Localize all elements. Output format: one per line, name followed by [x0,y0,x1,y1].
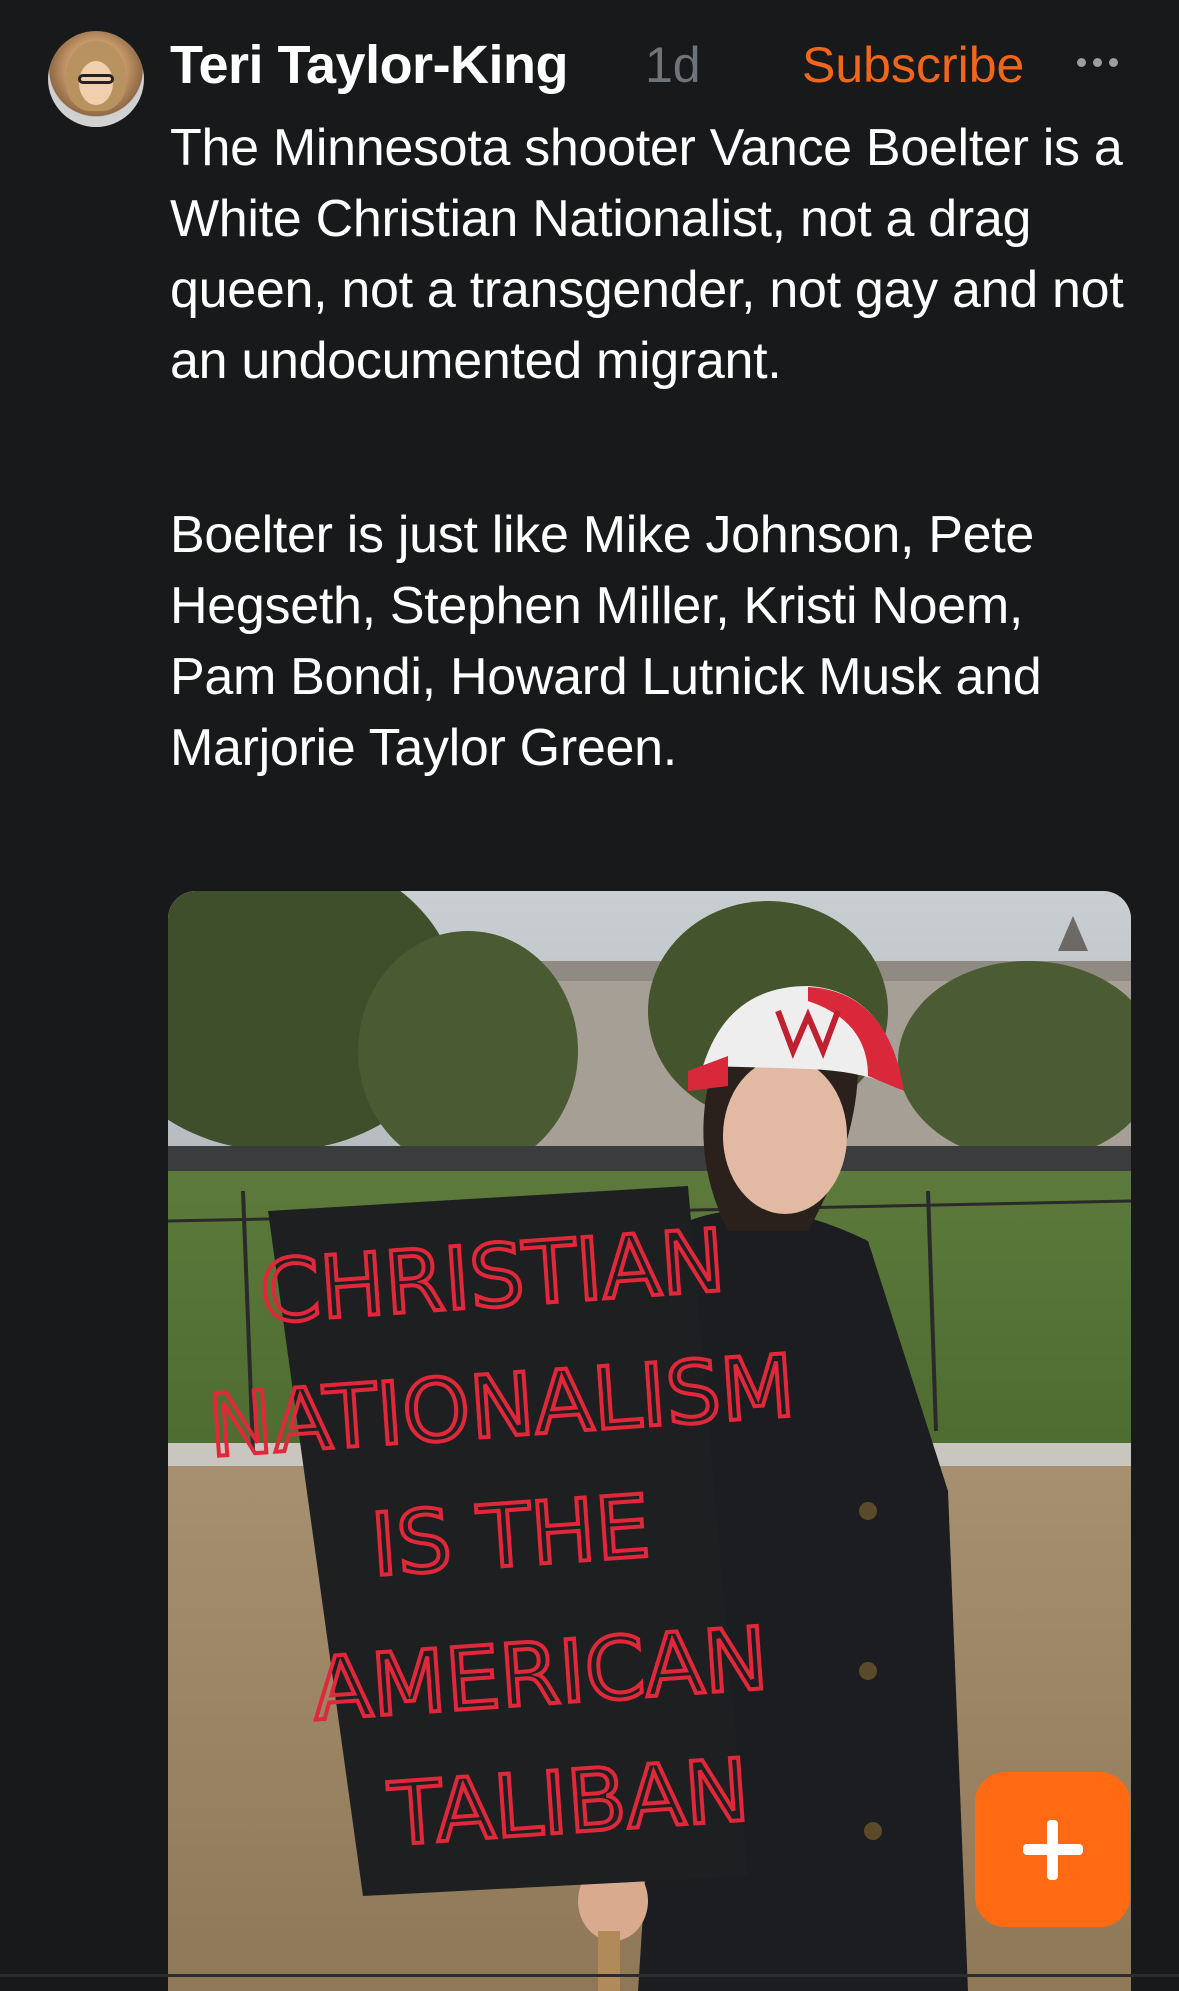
avatar-glasses [78,74,114,84]
author-name[interactable]: Teri Taylor-King [170,34,569,96]
post-paragraph: The Minnesota shooter Vance Boelter is a… [170,119,1124,390]
subscribe-button[interactable]: Subscribe [802,36,1024,94]
post: Teri Taylor-King 1d Subscribe The Minnes… [0,0,1179,1991]
post-paragraph: Boelter is just like Mike Johnson, Pete … [170,506,1042,777]
post-header: Teri Taylor-King 1d Subscribe [170,28,1130,108]
more-horizontal-icon[interactable] [1073,46,1123,76]
avatar[interactable] [48,31,144,127]
sign-line: IS THE [368,1477,653,1596]
plus-icon-stem [1047,1820,1058,1880]
compose-button[interactable] [975,1772,1130,1927]
post-time: 1d [645,37,701,93]
divider [0,1974,1179,1977]
